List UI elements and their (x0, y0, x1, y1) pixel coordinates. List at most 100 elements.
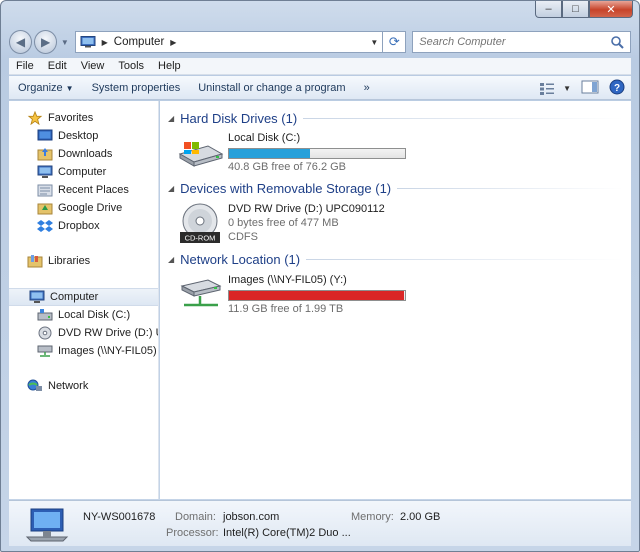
group-header-removable[interactable]: ◢ Devices with Removable Storage (1) (168, 179, 623, 197)
search-input[interactable] (419, 36, 610, 48)
network-drive-icon (180, 279, 222, 307)
cd-rom-icon: CD-ROM (180, 203, 220, 243)
back-button[interactable]: ◀ (9, 30, 33, 54)
nav-local-disk[interactable]: Local Disk (C:) (37, 306, 158, 324)
computer-icon (37, 165, 53, 178)
nav-computer-label: Computer (50, 291, 99, 303)
content-pane: ◢ Hard Disk Drives (1) Local Disk (C:) 4… (160, 101, 631, 499)
menu-tools[interactable]: Tools (111, 60, 151, 72)
maximize-icon: □ (572, 3, 579, 15)
svg-text:?: ? (614, 83, 620, 94)
drive-name-dvd-rw: DVD RW Drive (D:) UPC090112 (228, 203, 385, 215)
desktop-icon (37, 129, 53, 141)
forward-arrow-icon: ▶ (40, 35, 51, 49)
chevron-down-icon[interactable]: ▼ (563, 84, 571, 93)
google-drive-icon (37, 203, 53, 215)
downloads-icon (37, 148, 53, 161)
organize-button[interactable]: Organize ▼ (9, 82, 83, 94)
nav-computer[interactable]: Computer (9, 288, 158, 306)
close-button[interactable]: ✕ (589, 1, 633, 18)
network-drive-icon (37, 345, 53, 357)
star-icon (27, 111, 43, 125)
change-view-button[interactable]: ▼ (539, 82, 571, 96)
network-icon (27, 379, 42, 391)
dvd-drive-icon (38, 326, 52, 340)
minimize-icon: – (545, 3, 552, 15)
computer-icon (25, 508, 69, 542)
view-controls: ▼ ? (529, 79, 625, 98)
libraries-icon (27, 255, 43, 268)
search-icon[interactable] (610, 35, 624, 49)
address-row: ◀ ▶ ▼ ▶ Computer ▶ ▼ ⟳ (9, 29, 631, 55)
details-pane: NY-WS001678 Domain: jobson.com Memory: 2… (9, 500, 631, 546)
memory-label: Memory: (351, 511, 394, 523)
nav-network-images-label: Images (\\NY-FIL05) (58, 345, 157, 357)
close-icon: ✕ (606, 3, 616, 16)
view-list-icon (540, 82, 555, 95)
search-box[interactable] (412, 31, 631, 53)
preview-pane-button[interactable] (581, 80, 599, 97)
menu-file[interactable]: File (9, 60, 41, 72)
system-properties-button[interactable]: System properties (83, 82, 190, 94)
menu-help[interactable]: Help (151, 60, 188, 72)
usage-bar-network-images (228, 290, 406, 301)
dropbox-icon (37, 220, 53, 232)
nav-network[interactable]: Network (27, 377, 158, 395)
minimize-button[interactable]: – (535, 1, 562, 18)
collapse-triangle-icon[interactable]: ◢ (168, 184, 174, 193)
collapse-triangle-icon[interactable]: ◢ (168, 255, 174, 264)
forward-button[interactable]: ▶ (34, 30, 58, 54)
nav-favorites-label: Favorites (48, 112, 94, 124)
usage-bar-local-disk (228, 148, 406, 159)
nav-favorites-computer[interactable]: Computer (37, 163, 158, 181)
help-button[interactable]: ? (609, 79, 625, 98)
refresh-button[interactable]: ⟳ (383, 31, 407, 53)
nav-downloads[interactable]: Downloads (37, 145, 158, 163)
collapse-triangle-icon[interactable]: ◢ (168, 114, 174, 123)
group-header-hard-disk[interactable]: ◢ Hard Disk Drives (1) (168, 109, 623, 127)
breadcrumb-separator-icon[interactable]: ▶ (102, 38, 108, 47)
nav-desktop[interactable]: Desktop (37, 127, 158, 145)
free-space-dvd-rw: 0 bytes free of 477 MB (228, 217, 339, 229)
recent-places-icon (37, 184, 53, 197)
more-label: » (363, 81, 370, 94)
nav-google-drive[interactable]: Google Drive (37, 199, 158, 217)
more-commands-button[interactable]: » (355, 82, 379, 94)
recent-pages-dropdown[interactable]: ▼ (59, 38, 71, 47)
command-bar: Organize ▼ System properties Uninstall or… (9, 76, 631, 100)
preview-pane-icon (581, 80, 599, 94)
processor-label: Processor: (166, 527, 219, 539)
uninstall-label: Uninstall or change a program (198, 81, 346, 94)
nav-dropbox[interactable]: Dropbox (37, 217, 158, 235)
explorer-window: – □ ✕ ◀ ▶ ▼ ▶ Computer ▶ ▼ ⟳ Search Comp… (0, 0, 640, 552)
help-icon: ? (609, 79, 625, 95)
usage-fill-local-disk (229, 149, 310, 158)
computer-icon (29, 290, 45, 303)
nav-downloads-label: Downloads (58, 148, 113, 160)
breadcrumb-separator-icon[interactable]: ▶ (170, 38, 176, 47)
nav-dvd-drive[interactable]: DVD RW Drive (D:) U (37, 324, 158, 342)
breadcrumb-computer[interactable]: Computer (114, 36, 165, 48)
usage-fill-network-images (229, 291, 404, 300)
computer-icon (80, 36, 96, 48)
group-header-network[interactable]: ◢ Network Location (1) (168, 250, 623, 268)
maximize-button[interactable]: □ (562, 1, 589, 18)
filesystem-dvd-rw: CDFS (228, 231, 258, 243)
nav-favorites[interactable]: Favorites (27, 109, 158, 127)
nav-libraries[interactable]: Libraries (27, 252, 158, 270)
hard-drive-icon (37, 309, 53, 321)
domain-value: jobson.com (223, 511, 280, 523)
group-divider (397, 187, 623, 189)
processor-value: Intel(R) Core(TM)2 Duo ... (223, 527, 351, 539)
cd-rom-label: CD-ROM (185, 234, 216, 243)
nav-network-images[interactable]: Images (\\NY-FIL05) (37, 342, 158, 360)
address-bar[interactable]: ▶ Computer ▶ ▼ (74, 31, 384, 53)
hard-drive-icon (178, 142, 224, 167)
address-dropdown-icon[interactable]: ▼ (370, 38, 378, 47)
menu-edit[interactable]: Edit (41, 60, 74, 72)
uninstall-program-button[interactable]: Uninstall or change a program (189, 82, 354, 94)
drive-name-network-images: Images (\\NY-FIL05) (Y:) (228, 274, 347, 286)
menu-view[interactable]: View (74, 60, 112, 72)
nav-recent-places[interactable]: Recent Places (37, 181, 158, 199)
nav-local-disk-label: Local Disk (C:) (58, 309, 131, 321)
